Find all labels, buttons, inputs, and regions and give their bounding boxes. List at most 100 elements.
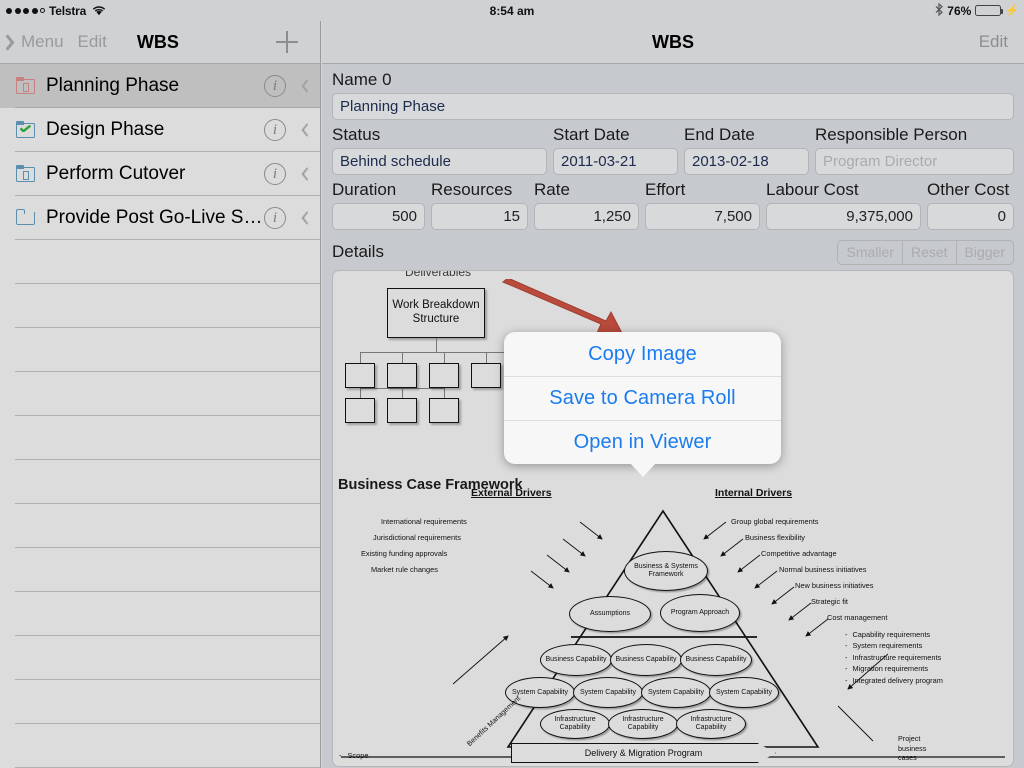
sidebar-item-label: Provide Post Go-Live S…	[46, 207, 263, 228]
sidebar-item-design-phase[interactable]: Design Phase i	[0, 108, 320, 152]
copy-image-action[interactable]: Copy Image	[504, 332, 781, 376]
resources-input[interactable]: 15	[431, 203, 528, 230]
sidebar-item-perform-cutover[interactable]: Perform Cutover i	[0, 152, 320, 196]
rate-label: Rate	[534, 180, 570, 199]
external-driver-label: International requirements	[381, 517, 467, 526]
row-icon	[16, 209, 36, 227]
sidebar-navigation-bar: Menu Edit WBS	[0, 21, 320, 64]
chevron-right-icon[interactable]	[299, 122, 308, 138]
business-capability-oval: Business Capability	[680, 644, 752, 676]
business-capability-oval: Business Capability	[610, 644, 682, 676]
empty-list-row	[0, 592, 320, 636]
requirement-bullet: Migration requirements	[845, 663, 943, 674]
menu-back-button[interactable]: Menu	[21, 32, 64, 52]
empty-list-row	[0, 328, 320, 372]
end-date-group: End Date 2013-02-18	[684, 125, 809, 175]
tier2-oval: Assumptions	[569, 596, 651, 632]
open-in-viewer-action[interactable]: Open in Viewer	[504, 420, 781, 464]
empty-list-row	[0, 636, 320, 680]
main-edit-button[interactable]: Edit	[979, 32, 1008, 52]
action-sheet-tail	[629, 463, 656, 477]
system-capability-oval: System Capability	[641, 677, 711, 708]
sidebar-edit-button[interactable]: Edit	[78, 32, 107, 52]
wbs-child-box	[345, 363, 375, 388]
resources-group: Resources 15	[431, 180, 528, 230]
empty-list-row	[0, 680, 320, 724]
page-title: WBS	[652, 31, 694, 52]
requirement-bullet: System requirements	[845, 640, 943, 651]
start-date-label: Start Date	[553, 125, 630, 144]
name-input[interactable]: Planning Phase	[332, 93, 1014, 120]
responsible-person-input[interactable]: Program Director	[815, 148, 1014, 175]
row-icon	[16, 165, 36, 183]
sidebar-item-label: Design Phase	[46, 119, 165, 140]
name-field-label: Name 0	[332, 70, 392, 89]
row-accessories: i	[264, 119, 308, 141]
image-action-sheet: Copy Image Save to Camera Roll Open in Vie…	[504, 332, 781, 477]
sidebar-title: WBS	[136, 31, 179, 52]
connector-line	[360, 352, 362, 363]
external-driver-label: Jurisdictional requirements	[373, 533, 461, 542]
sidebar-item-planning-phase[interactable]: Planning Phase i	[0, 64, 320, 108]
requirement-bullet: Capability requirements	[845, 629, 943, 640]
connector-line	[444, 388, 446, 398]
form-row-2: Duration 500 Resources 15 Rate 1,250 Eff…	[332, 180, 1014, 230]
reset-button[interactable]: Reset	[901, 239, 956, 265]
sidebar-item-label: Planning Phase	[46, 75, 180, 96]
info-button[interactable]: i	[264, 119, 286, 141]
connector-line	[360, 388, 362, 398]
rate-input[interactable]: 1,250	[534, 203, 639, 230]
sidebar-list: Planning Phase i Design Phase i Perform …	[0, 64, 320, 768]
other-cost-group: Other Cost 0	[927, 180, 1014, 230]
lightning-bolt-icon: ⚡	[1005, 5, 1019, 17]
responsible-person-label: Responsible Person	[815, 125, 968, 144]
ipad-screen: Telstra 8:54 am 76% ⚡ Menu Edit WBS Plan…	[0, 0, 1024, 768]
sidebar: Menu Edit WBS Planning Phase i Design Ph…	[0, 21, 321, 768]
chevron-right-icon[interactable]	[299, 166, 308, 182]
battery-percent-label: 76%	[947, 3, 972, 18]
system-capability-oval: System Capability	[573, 677, 643, 708]
labour-cost-label: Labour Cost	[766, 180, 859, 199]
empty-list-row	[0, 240, 320, 284]
info-button[interactable]: i	[264, 163, 286, 185]
status-input[interactable]: Behind schedule	[332, 148, 547, 175]
bigger-button[interactable]: Bigger	[955, 239, 1014, 265]
end-date-input[interactable]: 2013-02-18	[684, 148, 809, 175]
duration-input[interactable]: 500	[332, 203, 425, 230]
external-driver-label: Existing funding approvals	[361, 549, 448, 558]
duration-label: Duration	[332, 180, 397, 199]
scope-bullets: Scope	[339, 751, 368, 760]
plus-icon[interactable]	[276, 31, 298, 53]
bluetooth-icon	[935, 2, 944, 19]
start-date-group: Start Date 2011-03-21	[553, 125, 678, 175]
effort-label: Effort	[645, 180, 686, 199]
effort-input[interactable]: 7,500	[645, 203, 760, 230]
smaller-button[interactable]: Smaller	[837, 239, 902, 265]
chevron-right-icon[interactable]	[299, 78, 308, 94]
back-chevron-icon[interactable]	[8, 33, 19, 51]
requirements-bullets: Capability requirementsSystem requiremen…	[845, 629, 943, 686]
sidebar-item-provide-post-go-live-s[interactable]: Provide Post Go-Live S… i	[0, 196, 320, 240]
pyramid-diagram: External Drivers Internal Drivers Intern…	[333, 487, 1013, 766]
other-cost-label: Other Cost	[927, 180, 1010, 199]
info-button[interactable]: i	[264, 75, 286, 97]
info-button[interactable]: i	[264, 207, 286, 229]
save-to-camera-roll-action[interactable]: Save to Camera Roll	[504, 376, 781, 420]
connector-line	[444, 352, 446, 363]
wbs-child-box	[429, 398, 459, 423]
requirement-bullet: Integrated delivery program	[845, 675, 942, 686]
empty-list-row	[0, 548, 320, 592]
other-cost-input[interactable]: 0	[927, 203, 1014, 230]
empty-list-row	[0, 724, 320, 768]
main-navigation-bar: WBS Edit	[322, 21, 1024, 64]
external-drivers-header: External Drivers	[471, 487, 552, 499]
internal-driver-label: Business flexibility	[745, 533, 805, 542]
row-icon	[16, 77, 36, 95]
chevron-right-icon[interactable]	[299, 210, 308, 226]
wbs-child-box	[387, 398, 417, 423]
internal-driver-label: Group global requirements	[731, 517, 819, 526]
internal-driver-label: Strategic fit	[811, 597, 848, 606]
start-date-input[interactable]: 2011-03-21	[553, 148, 678, 175]
sidebar-item-label: Perform Cutover	[46, 163, 186, 184]
labour-cost-input[interactable]: 9,375,000	[766, 203, 921, 230]
